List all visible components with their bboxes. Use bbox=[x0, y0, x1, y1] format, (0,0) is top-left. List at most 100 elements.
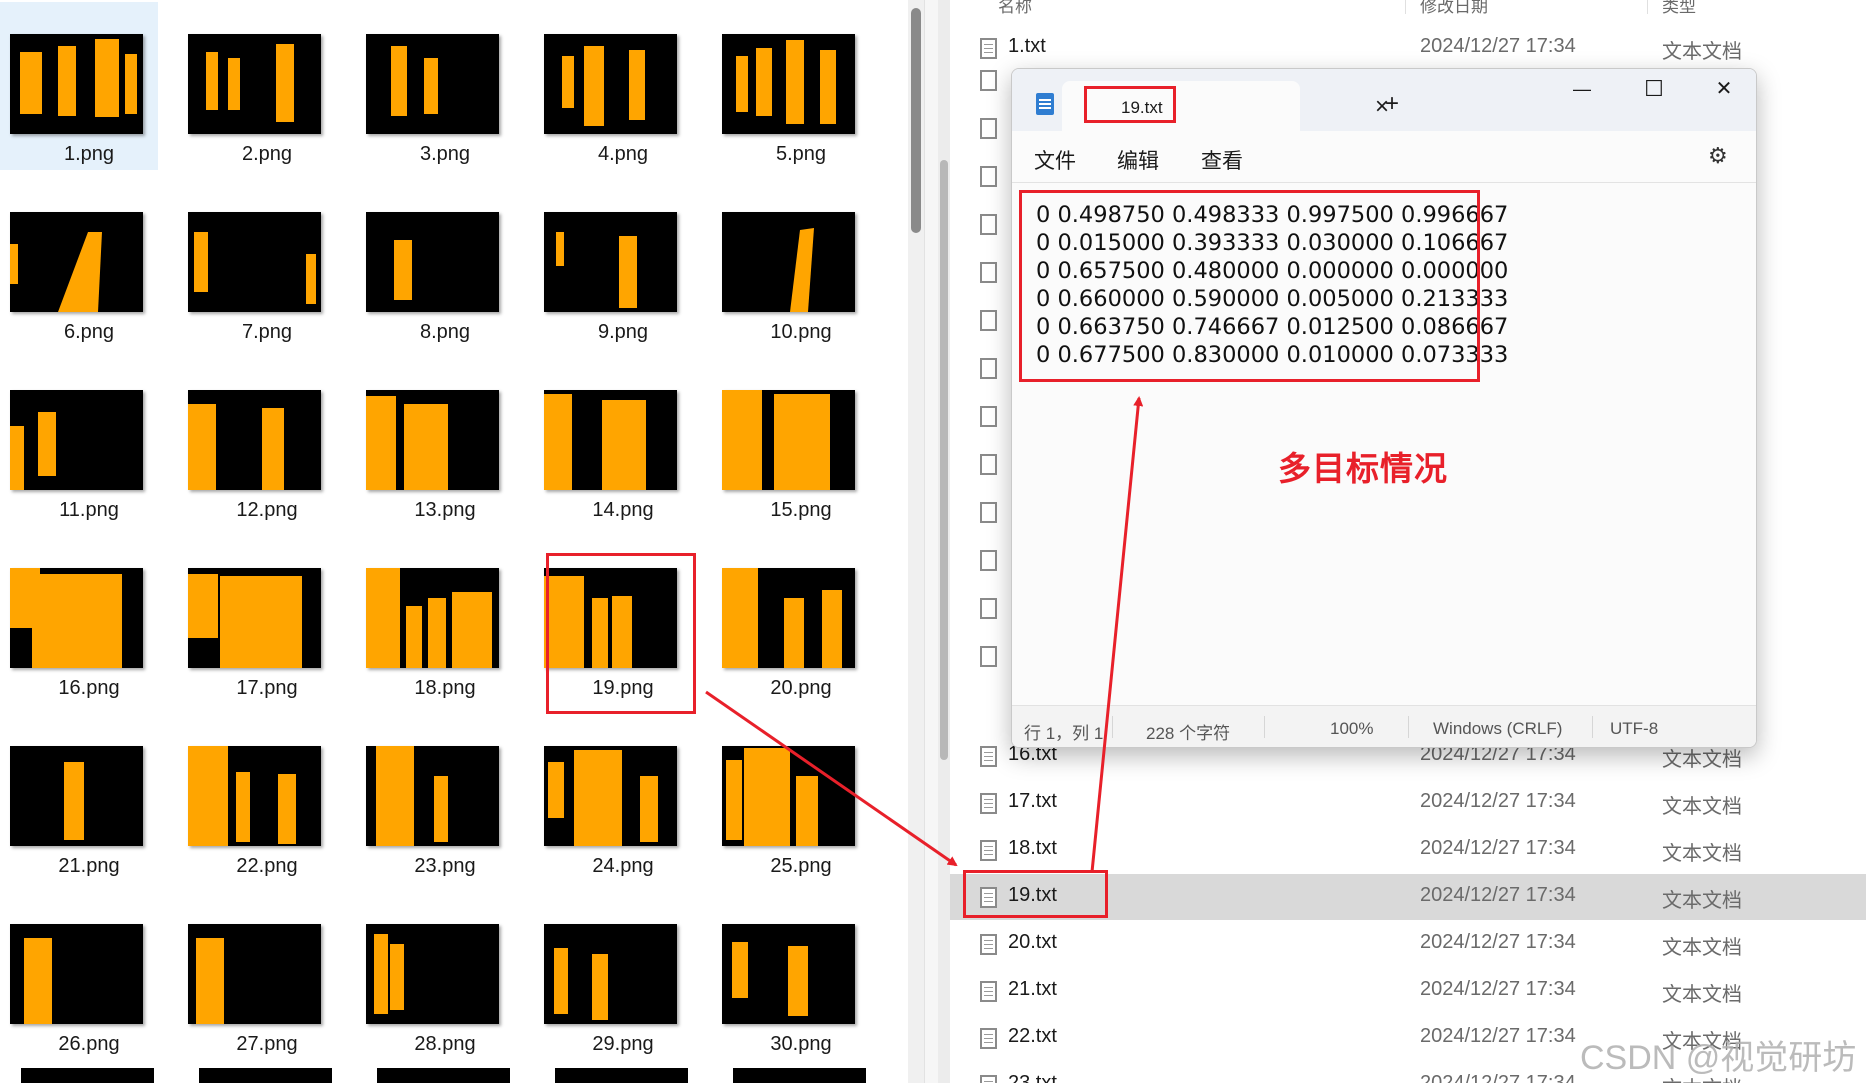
thumbnail-item[interactable]: 21.png bbox=[0, 714, 158, 882]
pane-divider[interactable] bbox=[924, 0, 938, 1083]
file-type: 文本文档 bbox=[1662, 890, 1742, 912]
thumbnail-label: 24.png bbox=[592, 855, 654, 877]
file-row[interactable]: 21.txt 2024/12/27 17:34 文本文档 bbox=[950, 968, 1866, 1014]
thumbnail-item[interactable]: 8.png bbox=[356, 180, 514, 348]
thumbnail-label: 4.png bbox=[597, 143, 649, 165]
thumbnail-item[interactable]: 23.png bbox=[356, 714, 514, 882]
thumbnail-image[interactable] bbox=[366, 568, 499, 668]
thumbnail-image[interactable] bbox=[722, 924, 855, 1024]
thumbnail-item[interactable]: 27.png bbox=[178, 892, 336, 1060]
column-header-modified[interactable]: 修改日期 bbox=[1420, 0, 1488, 17]
thumbnail-image[interactable] bbox=[10, 390, 143, 490]
thumbnail-item[interactable]: 29.png bbox=[534, 892, 692, 1060]
silhouette-image bbox=[64, 762, 84, 840]
new-tab-icon[interactable]: + bbox=[1380, 92, 1404, 116]
thumbnail-image[interactable] bbox=[722, 212, 855, 312]
file-row[interactable]: 18.txt 2024/12/27 17:34 文本文档 bbox=[950, 827, 1866, 873]
thumbnail-item[interactable]: 9.png bbox=[534, 180, 692, 348]
thumbnail-item[interactable]: 10.png bbox=[712, 180, 870, 348]
thumbnail-image[interactable] bbox=[544, 390, 677, 490]
column-separator[interactable] bbox=[1647, 0, 1648, 14]
thumbnail-image[interactable] bbox=[188, 34, 321, 134]
file-row[interactable]: 20.txt 2024/12/27 17:34 文本文档 bbox=[950, 921, 1866, 967]
thumbnail-item[interactable]: 13.png bbox=[356, 358, 514, 526]
thumbnail-image-partial[interactable] bbox=[21, 1068, 154, 1083]
thumbnail-image[interactable] bbox=[544, 924, 677, 1024]
text-file-icon bbox=[980, 934, 997, 955]
thumbnail-image[interactable] bbox=[722, 746, 855, 846]
silhouette-image bbox=[544, 394, 646, 490]
column-separator[interactable] bbox=[1405, 0, 1406, 14]
thumbnail-item[interactable]: 6.png bbox=[0, 180, 158, 348]
thumbnail-item[interactable]: 20.png bbox=[712, 536, 870, 704]
menu-edit[interactable]: 编辑 bbox=[1117, 145, 1159, 175]
thumbnail-item[interactable]: 7.png bbox=[178, 180, 336, 348]
thumbnail-item[interactable]: 30.png bbox=[712, 892, 870, 1060]
minimize-icon[interactable]: — bbox=[1568, 77, 1596, 101]
thumbnail-label: 25.png bbox=[770, 855, 832, 877]
maximize-icon[interactable]: ☐ bbox=[1640, 77, 1668, 101]
thumbnail-image[interactable] bbox=[544, 34, 677, 134]
thumbnail-item[interactable]: 14.png bbox=[534, 358, 692, 526]
status-line-ending[interactable]: Windows (CRLF) bbox=[1433, 719, 1562, 739]
thumbnail-item[interactable]: 24.png bbox=[534, 714, 692, 882]
thumbnail-image[interactable] bbox=[10, 568, 143, 668]
file-row[interactable]: 17.txt 2024/12/27 17:34 文本文档 bbox=[950, 780, 1866, 826]
thumbnail-label: 14.png bbox=[592, 499, 654, 521]
thumbnail-item[interactable]: 28.png bbox=[356, 892, 514, 1060]
thumbnail-item[interactable]: 26.png bbox=[0, 892, 158, 1060]
thumbnail-image[interactable] bbox=[366, 924, 499, 1024]
thumbnail-image[interactable] bbox=[10, 746, 143, 846]
thumbnail-item[interactable]: 2.png bbox=[178, 2, 336, 170]
thumbnail-image[interactable] bbox=[188, 212, 321, 312]
column-header-name[interactable]: 名称 bbox=[998, 0, 1032, 17]
thumbnail-image[interactable] bbox=[366, 212, 499, 312]
thumbnail-image[interactable] bbox=[722, 390, 855, 490]
file-date: 2024/12/27 17:34 bbox=[1420, 1072, 1576, 1083]
thumbnail-image[interactable] bbox=[366, 34, 499, 134]
thumbnail-image[interactable] bbox=[10, 212, 143, 312]
thumbnail-item[interactable]: 1.png bbox=[0, 2, 158, 170]
right-scrollbar-thumb[interactable] bbox=[940, 160, 948, 760]
status-encoding[interactable]: UTF-8 bbox=[1610, 719, 1658, 739]
thumbnail-item[interactable]: 5.png bbox=[712, 2, 870, 170]
thumbnail-image[interactable] bbox=[10, 34, 143, 134]
file-row[interactable]: 1.txt 2024/12/27 17:34 文本文档 bbox=[950, 25, 1866, 71]
menu-view[interactable]: 查看 bbox=[1201, 145, 1243, 175]
thumbnail-image[interactable] bbox=[366, 390, 499, 490]
thumbnail-label: 7.png bbox=[241, 321, 293, 343]
thumbnail-image[interactable] bbox=[188, 746, 321, 846]
thumbnail-image[interactable] bbox=[722, 568, 855, 668]
column-header-type[interactable]: 类型 bbox=[1662, 0, 1696, 17]
thumbnail-item[interactable]: 12.png bbox=[178, 358, 336, 526]
right-scrollbar[interactable] bbox=[938, 0, 950, 1083]
thumbnail-image-partial[interactable] bbox=[555, 1068, 688, 1083]
thumbnail-item[interactable]: 3.png bbox=[356, 2, 514, 170]
thumbnail-image[interactable] bbox=[10, 924, 143, 1024]
thumbnail-image[interactable] bbox=[188, 568, 321, 668]
thumbnail-image[interactable] bbox=[188, 924, 321, 1024]
thumbnail-item[interactable]: 17.png bbox=[178, 536, 336, 704]
left-scrollbar[interactable] bbox=[908, 0, 924, 1083]
thumbnail-image[interactable] bbox=[722, 34, 855, 134]
close-window-icon[interactable]: ✕ bbox=[1710, 77, 1738, 101]
thumbnail-image-partial[interactable] bbox=[733, 1068, 866, 1083]
thumbnail-image[interactable] bbox=[544, 746, 677, 846]
thumbnail-image[interactable] bbox=[366, 746, 499, 846]
thumbnail-image-partial[interactable] bbox=[377, 1068, 510, 1083]
thumbnail-item[interactable]: 25.png bbox=[712, 714, 870, 882]
thumbnail-item[interactable]: 16.png bbox=[0, 536, 158, 704]
thumbnail-item[interactable]: 4.png bbox=[534, 2, 692, 170]
left-scrollbar-thumb[interactable] bbox=[911, 8, 921, 233]
settings-gear-icon[interactable]: ⚙ bbox=[1708, 143, 1728, 169]
thumbnail-item[interactable]: 15.png bbox=[712, 358, 870, 526]
menu-file[interactable]: 文件 bbox=[1034, 145, 1076, 175]
thumbnail-image[interactable] bbox=[544, 212, 677, 312]
status-zoom[interactable]: 100% bbox=[1330, 719, 1373, 739]
thumbnail-item[interactable]: 22.png bbox=[178, 714, 336, 882]
thumbnail-item[interactable]: 18.png bbox=[356, 536, 514, 704]
thumbnail-image-partial[interactable] bbox=[199, 1068, 332, 1083]
file-name: 18.txt bbox=[1008, 837, 1057, 859]
thumbnail-item[interactable]: 11.png bbox=[0, 358, 158, 526]
thumbnail-image[interactable] bbox=[188, 390, 321, 490]
